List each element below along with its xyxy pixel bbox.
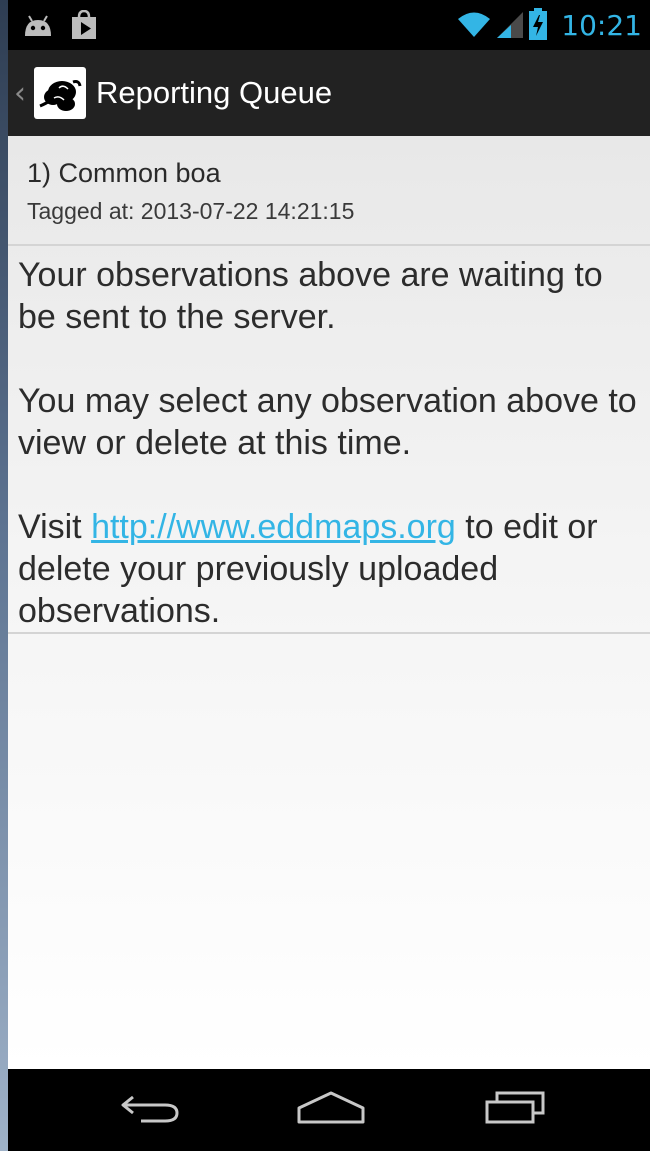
clock: 10:21 xyxy=(561,9,642,42)
android-debug-icon xyxy=(22,12,54,42)
signal-icon xyxy=(497,10,524,42)
back-button[interactable] xyxy=(106,1087,196,1133)
page-title: Reporting Queue xyxy=(96,75,333,110)
list-item-title: 1) Common boa xyxy=(27,158,221,188)
snake-logo-icon[interactable] xyxy=(34,67,86,119)
battery-charging-icon xyxy=(529,8,548,44)
recent-apps-icon xyxy=(483,1090,547,1130)
content-area: 1) Common boa Tagged at: 2013-07-22 14:2… xyxy=(8,136,650,1069)
chevron-left-icon[interactable]: ‹ xyxy=(14,76,32,111)
info-paragraph: Visit http://www.eddmaps.org to edit or … xyxy=(18,506,646,632)
recent-apps-button[interactable] xyxy=(470,1087,560,1133)
play-store-icon xyxy=(70,9,98,44)
status-bar: 10:21 xyxy=(8,0,650,50)
info-text-prefix: Visit xyxy=(18,508,92,546)
divider xyxy=(8,632,650,634)
info-paragraph: Your observations above are waiting to b… xyxy=(18,256,603,336)
back-icon xyxy=(119,1091,183,1129)
wifi-icon xyxy=(457,10,491,42)
home-button[interactable] xyxy=(286,1087,376,1133)
list-item-subtitle: Tagged at: 2013-07-22 14:21:15 xyxy=(27,198,355,224)
eddmaps-link[interactable]: http://www.eddmaps.org xyxy=(91,508,456,546)
info-paragraph: You may select any observation above to … xyxy=(18,382,637,462)
phone-screen: 10:21 ‹ Reporting Queue 1) Common boa Ta… xyxy=(8,0,650,1151)
list-item[interactable]: 1) Common boa Tagged at: 2013-07-22 14:2… xyxy=(8,136,650,246)
home-icon xyxy=(297,1090,365,1130)
info-text: Your observations above are waiting to b… xyxy=(18,254,646,674)
navigation-bar xyxy=(8,1069,650,1151)
action-bar: ‹ Reporting Queue xyxy=(8,50,650,136)
